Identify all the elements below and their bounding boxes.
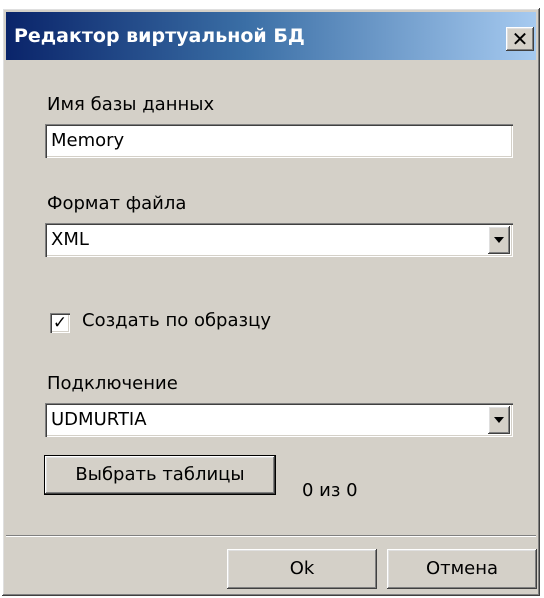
ok-button[interactable]: Ok [227,549,377,589]
chevron-down-icon[interactable] [488,226,510,254]
chevron-down-icon[interactable] [488,406,510,434]
title-bar[interactable]: Редактор виртуальной БД ✕ [6,12,536,60]
cancel-button[interactable]: Отмена [387,549,537,589]
check-icon: ✓ [52,313,68,333]
footer-divider [6,535,536,537]
create-by-sample-checkbox[interactable]: ✓ [50,313,70,333]
close-icon: ✕ [511,27,529,51]
window-title: Редактор виртуальной БД [14,25,305,47]
close-button[interactable]: ✕ [506,27,534,51]
tables-count: 0 из 0 [302,480,358,501]
db-name-label: Имя базы данных [47,94,215,115]
file-format-select[interactable]: XML [45,223,513,257]
connection-label: Подключение [47,373,178,394]
connection-select[interactable]: UDMURTIA [45,403,513,437]
file-format-label: Формат файла [47,193,187,214]
select-tables-button[interactable]: Выбрать таблицы [44,455,276,495]
db-name-input[interactable]: Memory [45,124,513,158]
file-format-value: XML [51,229,89,250]
connection-value: UDMURTIA [51,409,147,430]
dialog-window: Редактор виртуальной БД ✕ Имя базы данны… [2,8,540,596]
create-by-sample-label[interactable]: Создать по образцу [82,310,271,331]
